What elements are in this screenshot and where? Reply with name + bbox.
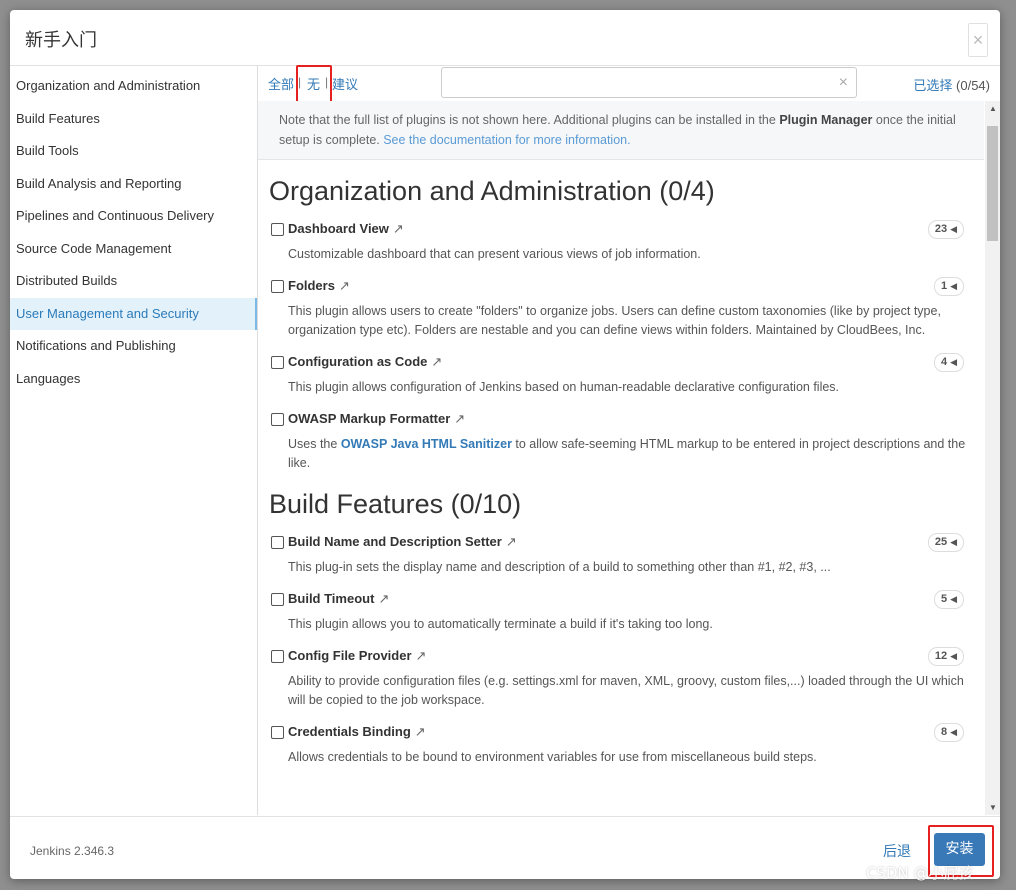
note-text: Note that the full list of plugins is no… xyxy=(279,113,780,127)
plugin-item: Credentials Binding ↗ 8 ◀ Allows credentia… xyxy=(258,722,984,767)
external-link-icon: ↗ xyxy=(338,278,350,293)
external-link-icon: ↗ xyxy=(505,534,517,549)
plugin-checkbox[interactable] xyxy=(271,413,284,426)
sidebar-item-user-management[interactable]: User Management and Security xyxy=(10,297,257,330)
plugin-toolbar: 全部 | 无 | 建议 × 已选择 (0/54) xyxy=(258,65,1000,111)
plugin-list: Note that the full list of plugins is no… xyxy=(258,101,984,815)
dependency-count-badge[interactable]: 4 ◀ xyxy=(933,353,964,372)
sidebar-item-distributed-builds[interactable]: Distributed Builds xyxy=(10,265,257,298)
plugin-checkbox[interactable] xyxy=(271,223,284,236)
caret-left-icon: ◀ xyxy=(950,651,957,661)
external-link-icon: ↗ xyxy=(454,411,466,426)
info-note: Note that the full list of plugins is no… xyxy=(258,101,984,160)
sidebar-item-build-tools[interactable]: Build Tools xyxy=(10,135,257,168)
plugin-item: OWASP Markup Formatter ↗ Uses the OWASP J… xyxy=(258,409,984,473)
category-sidebar: Organization and Administration Build Fe… xyxy=(10,66,258,815)
plugin-name[interactable]: Configuration as Code ↗ xyxy=(288,354,442,370)
plugin-name[interactable]: OWASP Markup Formatter ↗ xyxy=(288,411,465,427)
dependency-count-badge[interactable]: 12 ◀ xyxy=(927,647,964,666)
clear-search-icon[interactable]: × xyxy=(839,74,848,92)
search-input[interactable]: × xyxy=(441,67,857,98)
plugin-name[interactable]: Build Timeout ↗ xyxy=(288,591,389,607)
category-title: Build Features (0/10) xyxy=(269,489,522,519)
plugin-item: Folders ↗ 1 ◀ This plugin allows users to … xyxy=(258,276,984,340)
documentation-link[interactable]: See the documentation for more informati… xyxy=(383,133,630,147)
plugin-name[interactable]: Dashboard View ↗ xyxy=(288,221,404,237)
dialog-footer: Jenkins 2.346.3 后退 安装 xyxy=(10,816,1000,879)
plugin-name[interactable]: Config File Provider ↗ xyxy=(288,648,426,664)
close-button[interactable]: × xyxy=(968,23,988,57)
selected-count: 已选择 (0/54) xyxy=(913,75,990,94)
owasp-sanitizer-link[interactable]: OWASP Java HTML Sanitizer xyxy=(341,437,512,451)
external-link-icon: ↗ xyxy=(414,724,426,739)
sidebar-item-build-features[interactable]: Build Features xyxy=(10,103,257,136)
selected-number: (0/54) xyxy=(956,78,990,93)
plugin-checkbox[interactable] xyxy=(271,356,284,369)
plugin-item: Build Timeout ↗ 5 ◀ This plugin allows you… xyxy=(258,589,984,634)
dependency-count-badge[interactable]: 8 ◀ xyxy=(933,723,964,742)
plugin-item: Build Name and Description Setter ↗ 25 ◀ T… xyxy=(258,532,984,577)
dialog-header: 新手入门 × xyxy=(10,10,1000,66)
dialog-title: 新手入门 xyxy=(25,30,97,51)
caret-left-icon: ◀ xyxy=(950,281,957,291)
plugin-checkbox[interactable] xyxy=(271,280,284,293)
plugin-description: Customizable dashboard that can present … xyxy=(288,247,701,261)
watermark: CSDN @小屁孩 xyxy=(866,864,974,882)
caret-left-icon: ◀ xyxy=(950,537,957,547)
plugin-name[interactable]: Build Name and Description Setter ↗ xyxy=(288,534,517,550)
sidebar-item-build-analysis[interactable]: Build Analysis and Reporting xyxy=(10,168,257,201)
external-link-icon: ↗ xyxy=(431,354,443,369)
caret-left-icon: ◀ xyxy=(950,224,957,234)
plugin-manager-label: Plugin Manager xyxy=(779,113,873,127)
plugin-description: This plugin allows you to automatically … xyxy=(288,617,713,631)
dependency-count-badge[interactable]: 5 ◀ xyxy=(933,590,964,609)
dependency-count-badge[interactable]: 1 ◀ xyxy=(933,277,964,296)
caret-left-icon: ◀ xyxy=(950,357,957,367)
plugin-checkbox[interactable] xyxy=(271,536,284,549)
sidebar-item-pipelines[interactable]: Pipelines and Continuous Delivery xyxy=(10,200,257,233)
caret-left-icon: ◀ xyxy=(950,727,957,737)
scroll-down-icon[interactable]: ▼ xyxy=(989,803,997,812)
scroll-up-icon[interactable]: ▲ xyxy=(989,104,997,113)
plugin-item: Configuration as Code ↗ 4 ◀ This plugin al… xyxy=(258,352,984,397)
back-button[interactable]: 后退 xyxy=(883,841,911,861)
plugin-item: Config File Provider ↗ 12 ◀ Ability to pro… xyxy=(258,646,984,710)
plugin-checkbox[interactable] xyxy=(271,726,284,739)
scrollbar-thumb[interactable] xyxy=(987,126,998,241)
plugin-description: Allows credentials to be bound to enviro… xyxy=(288,750,817,764)
filter-all-link[interactable]: 全部 xyxy=(268,74,294,93)
external-link-icon: ↗ xyxy=(392,221,404,236)
caret-left-icon: ◀ xyxy=(950,594,957,604)
plugin-description: Ability to provide configuration files (… xyxy=(288,674,964,707)
sidebar-item-languages[interactable]: Languages xyxy=(10,363,257,396)
sidebar-item-notifications[interactable]: Notifications and Publishing xyxy=(10,330,257,363)
plugin-item: Dashboard View ↗ 23 ◀ Customizable dashboa… xyxy=(258,219,984,264)
plugin-name[interactable]: Credentials Binding ↗ xyxy=(288,724,426,740)
vertical-scrollbar[interactable]: ▲ ▼ xyxy=(985,101,1000,815)
selected-link[interactable]: 已选择 xyxy=(913,79,952,94)
dependency-count-badge[interactable]: 25 ◀ xyxy=(927,533,964,552)
dependency-count-badge[interactable]: 23 ◀ xyxy=(927,220,964,239)
jenkins-version: Jenkins 2.346.3 xyxy=(30,844,115,858)
sidebar-item-scm[interactable]: Source Code Management xyxy=(10,233,257,266)
plugin-description: Uses the OWASP Java HTML Sanitizer to al… xyxy=(288,437,966,470)
filter-suggested-link[interactable]: 建议 xyxy=(332,74,358,93)
plugin-description: This plugin allows users to create "fold… xyxy=(288,304,941,337)
setup-wizard-dialog: 新手入门 × Organization and Administration B… xyxy=(10,10,1000,879)
plugin-checkbox[interactable] xyxy=(271,650,284,663)
plugin-checkbox[interactable] xyxy=(271,593,284,606)
plugin-description: This plugin allows configuration of Jenk… xyxy=(288,380,840,394)
sidebar-item-organization[interactable]: Organization and Administration xyxy=(10,70,257,103)
external-link-icon: ↗ xyxy=(415,648,427,663)
external-link-icon: ↗ xyxy=(378,591,390,606)
plugin-description: This plug-in sets the display name and d… xyxy=(288,560,831,574)
plugin-name[interactable]: Folders ↗ xyxy=(288,278,350,294)
category-title: Organization and Administration (0/4) xyxy=(269,176,715,206)
